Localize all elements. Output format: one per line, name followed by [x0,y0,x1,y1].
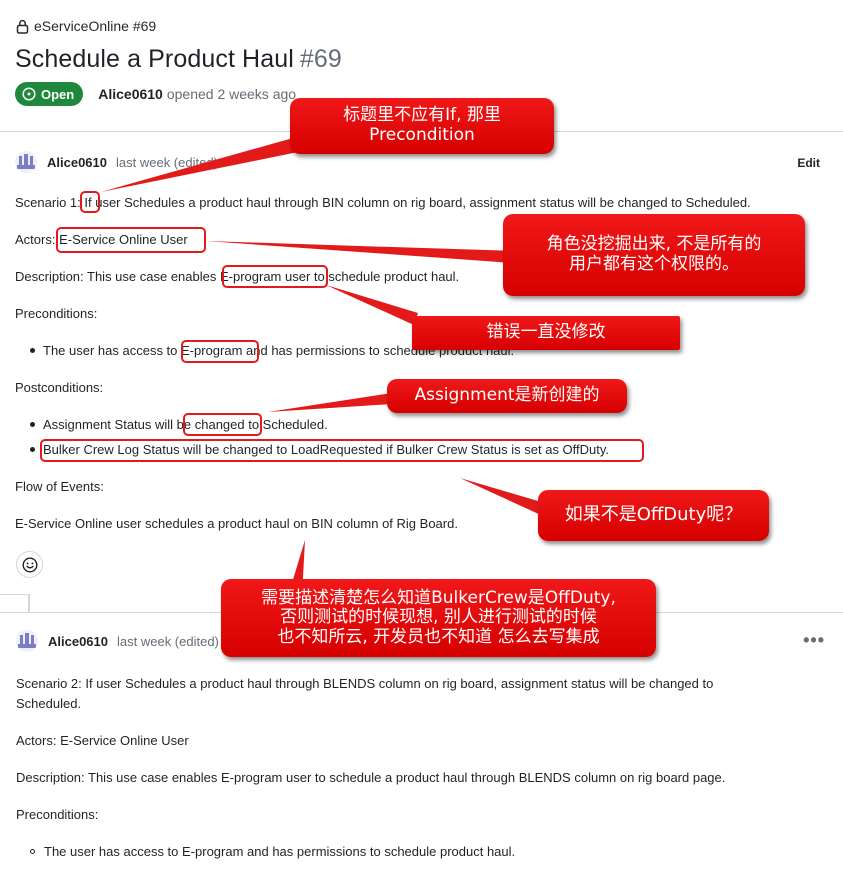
bullet [30,849,35,854]
annotation-bulkercrew: 需要描述清楚怎么知道BulkerCrew是OffDuty, 否则测试的时候现想,… [221,579,656,657]
repo-name[interactable]: eServiceOnline #69 [34,18,156,34]
annotation-text: 否则测试的时候现想, 别人进行测试的时候 [280,607,597,628]
annotation-text: 错误一直没修改 [486,322,606,343]
annotation-text: 需要描述清楚怎么知道BulkerCrew是OffDuty, [261,587,616,608]
comment-1-author[interactable]: Alice0610 [47,155,107,170]
bullet [30,422,35,427]
kebab-icon[interactable]: ••• [803,630,825,651]
comment-2-time[interactable]: last week (edited) [117,634,219,649]
precondition-item-2-1: The user has access to E-program and has… [44,844,516,859]
lock-icon [16,19,29,34]
flow-text-1: E-Service Online user schedules a produc… [15,516,458,531]
arrow-assignment [268,393,392,412]
issue-title: Schedule a Product Haul #69 [15,45,342,74]
comment-2-author[interactable]: Alice0610 [48,634,108,649]
arrow-actor [206,241,515,263]
annotation-text: Assignment是新创建的 [414,385,600,406]
annotation-text: 标题里不应有If, 那里 [343,105,501,126]
highlight-e-program-user [222,265,328,288]
highlight-if [80,191,100,213]
timeline-connector [28,594,30,612]
issue-author[interactable]: Alice0610 [98,86,163,102]
divider [0,594,30,595]
bullet [30,447,35,452]
repo-breadcrumb[interactable]: eServiceOnline #69 [16,18,156,34]
actors-2: Actors: E-Service Online User [16,733,189,748]
annotation-assignment: Assignment是新创建的 [387,379,627,413]
flow-label-1: Flow of Events: [15,479,104,494]
annotation-role: 角色没挖掘出来, 不是所有的 用户都有这个权限的。 [503,214,805,296]
scenario-1: Scenario 1: If user Schedules a product … [15,195,751,210]
highlight-actor [56,227,206,253]
highlight-be-changed [183,413,262,436]
highlight-bulker-crew-line [40,439,644,462]
avatar[interactable] [16,630,38,652]
highlight-e-program [181,340,259,363]
preconditions-label-1: Preconditions: [15,306,98,321]
comment-1-time[interactable]: last week (edited) [116,155,218,170]
edit-button[interactable]: Edit [797,156,820,170]
annotation-text: Precondition [369,125,475,145]
avatar[interactable] [15,151,37,173]
issue-opened-text: opened 2 weeks ago [166,86,297,102]
arrow-offduty [460,478,548,516]
status-label: Open [41,86,75,102]
annotation-text: 用户都有这个权限的。 [569,254,739,274]
annotation-text: 如果不是OffDuty呢？ [564,504,743,526]
scenario-2-line-2: Scheduled. [16,696,82,711]
bullet [30,348,35,353]
smiley-icon [21,556,38,573]
issue-number: #69 [299,45,342,73]
issue-meta: Open Alice0610 opened 2 weeks ago [15,82,296,106]
comment-1-header: Alice0610 last week (edited) [15,151,218,173]
scenario-2-line-1: Scenario 2: If user Schedules a product … [16,676,714,691]
issue-open-icon [22,87,36,101]
description-2: Description: This use case enables E-pro… [16,770,726,785]
status-badge: Open [15,82,84,106]
preconditions-label-2: Preconditions: [16,807,99,822]
postconditions-label-1: Postconditions: [15,380,104,395]
annotation-offduty: 如果不是OffDuty呢？ [538,490,769,541]
annotation-text: 也不知所云, 开发员也不知道 怎么去写集成 [277,626,600,647]
arrow-description [326,285,418,325]
issue-title-text: Schedule a Product Haul [15,45,294,73]
annotation-not-fixed: 错误一直没修改 [412,316,680,350]
annotation-text: 角色没挖掘出来, 不是所有的 [546,234,762,255]
add-reaction-button[interactable] [16,551,43,578]
annotation-title-if: 标题里不应有If, 那里 Precondition [290,98,554,154]
comment-2-header: Alice0610 last week (edited) [16,630,219,652]
